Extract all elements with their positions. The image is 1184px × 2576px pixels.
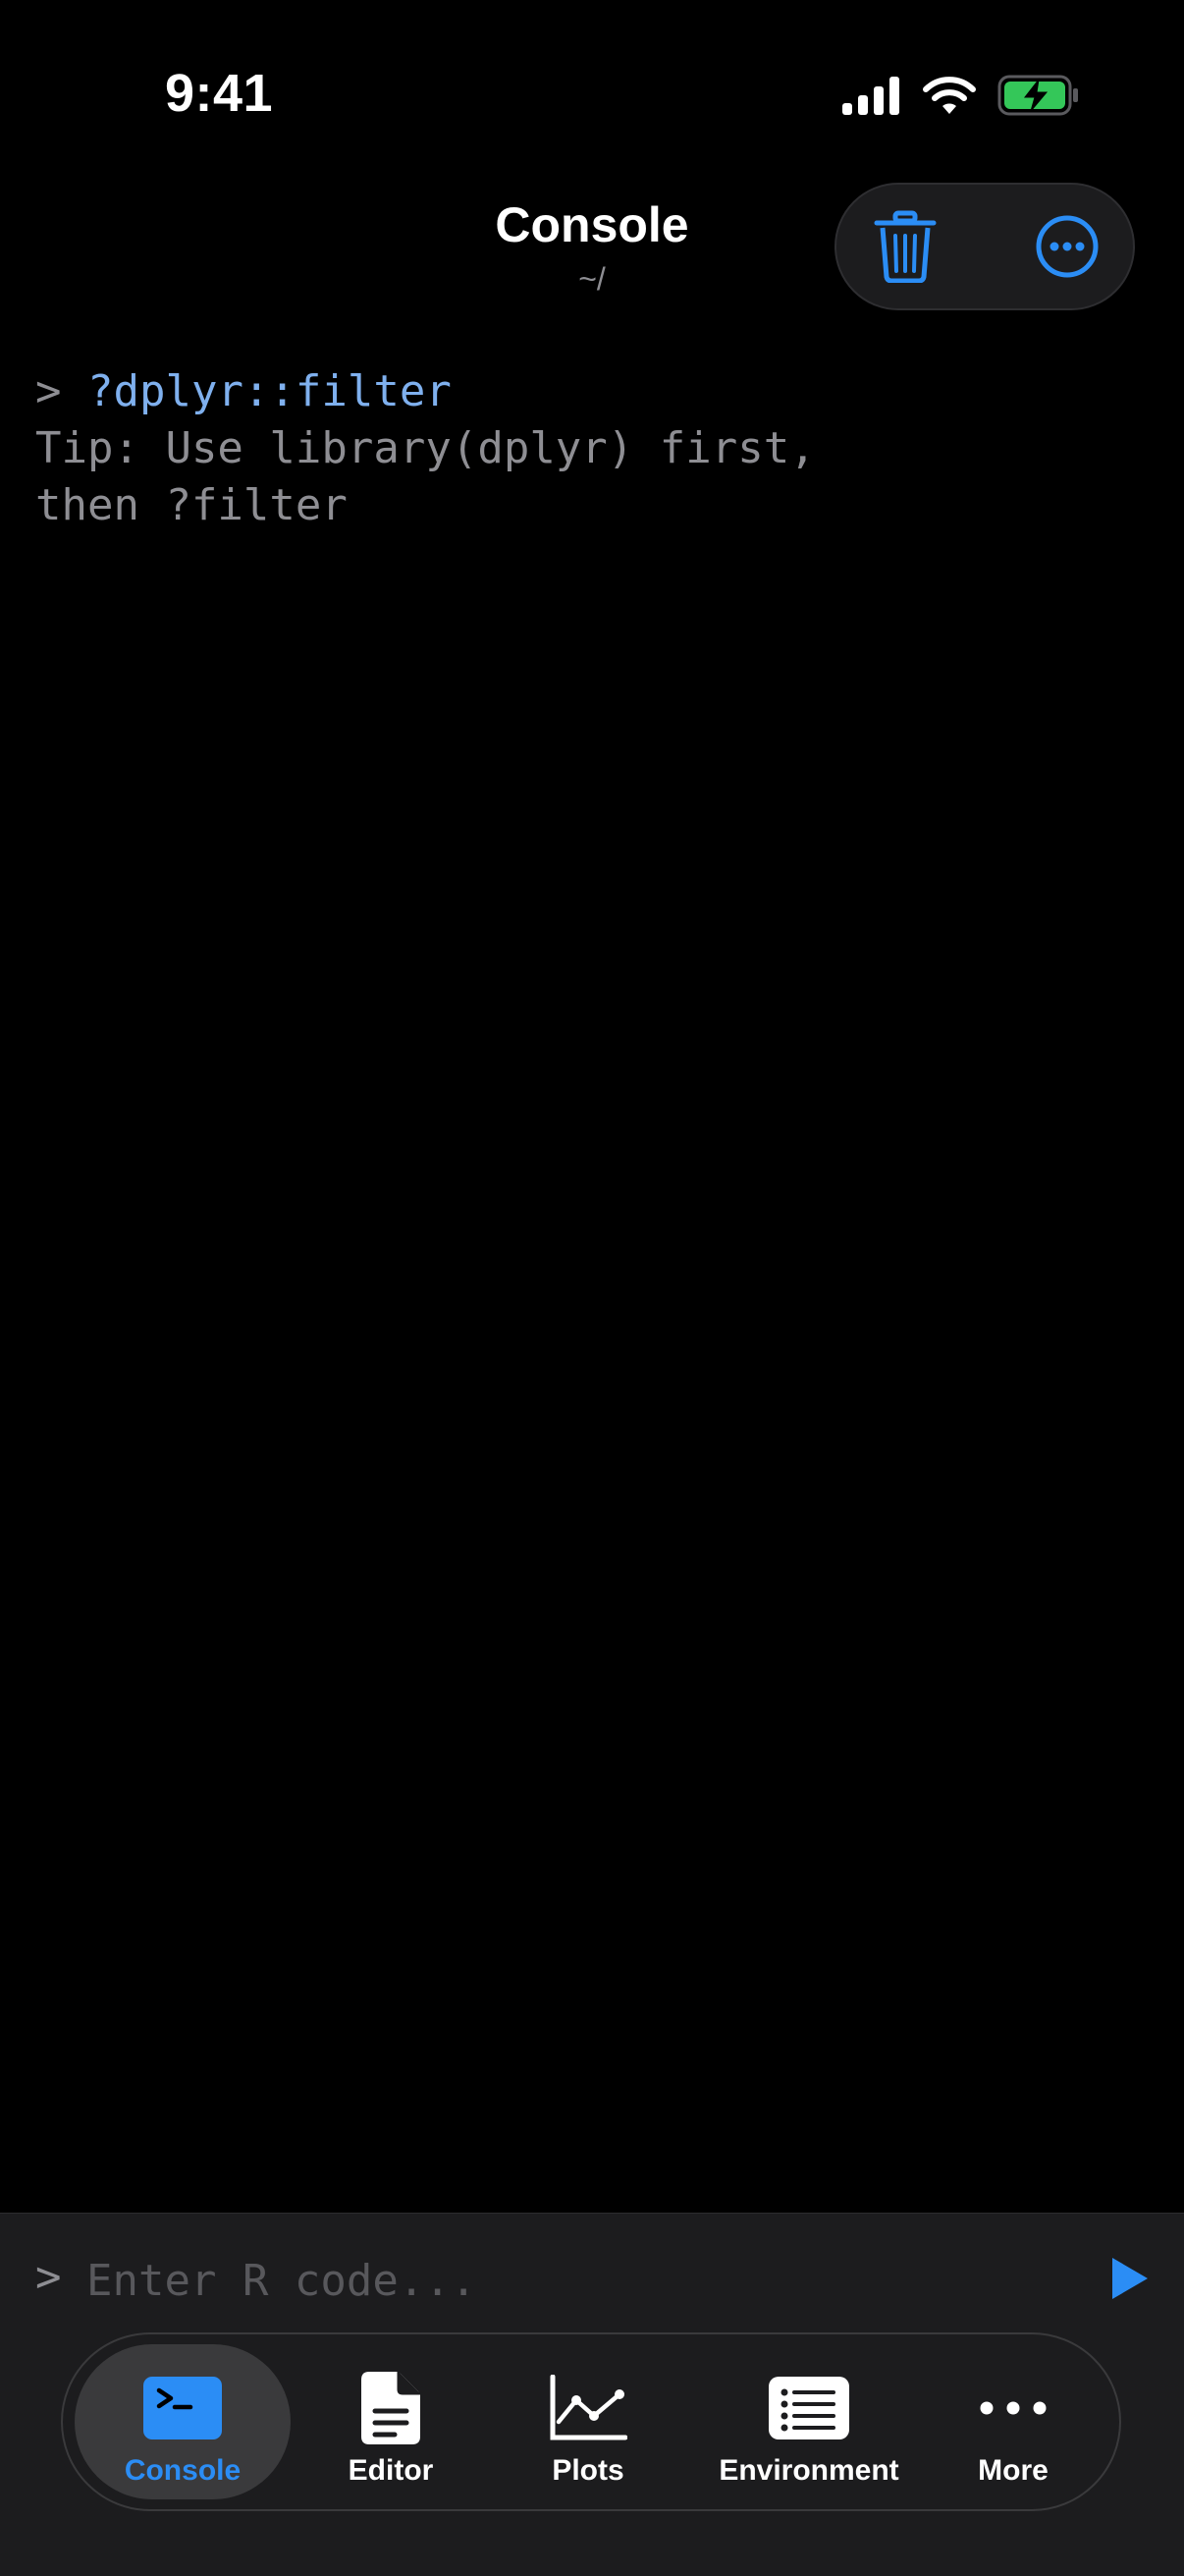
list-icon [769,2370,849,2446]
status-icons [842,74,1080,121]
console-output: > ?dplyr::filter Tip: Use library(dplyr)… [35,363,1145,534]
play-icon [1110,2256,1150,2306]
battery-charging-icon [997,75,1080,121]
run-button[interactable] [1105,2253,1155,2308]
tab-label: More [978,2454,1049,2487]
console-command-line: > ?dplyr::filter [35,363,1145,420]
input-prompt: > [35,2252,62,2302]
clear-console-button[interactable] [866,209,944,288]
tab-plots[interactable]: Plots [524,2344,652,2499]
tab-bar: Console Editor Plots Environment More [61,2332,1121,2511]
tab-more[interactable]: More [954,2344,1072,2499]
input-panel: > Console [0,2213,1184,2576]
cellular-signal-icon [842,76,901,120]
tab-editor[interactable]: Editor [332,2344,450,2499]
chart-line-icon [549,2370,627,2446]
tab-console[interactable]: Console [75,2344,291,2499]
console-command: ?dplyr::filter [87,366,452,416]
tab-label: Console [124,2454,242,2487]
ellipsis-circle-icon [1035,214,1100,284]
status-time: 9:41 [165,64,274,123]
console-prompt: > [35,366,62,416]
more-options-button[interactable] [1028,209,1106,288]
tab-label: Editor [348,2454,434,2487]
tab-environment[interactable]: Environment [691,2344,927,2499]
r-code-input[interactable] [86,2241,1068,2320]
console-output-line: Tip: Use library(dplyr) first, [35,423,816,473]
trash-icon [874,210,937,288]
tab-label: Environment [719,2454,899,2487]
ellipsis-icon [979,2370,1048,2446]
header-actions [834,183,1135,310]
wifi-icon [923,76,976,120]
document-icon [361,2370,420,2446]
console-output-line: then ?filter [35,480,348,530]
tab-label: Plots [552,2454,624,2487]
terminal-icon [143,2370,222,2446]
